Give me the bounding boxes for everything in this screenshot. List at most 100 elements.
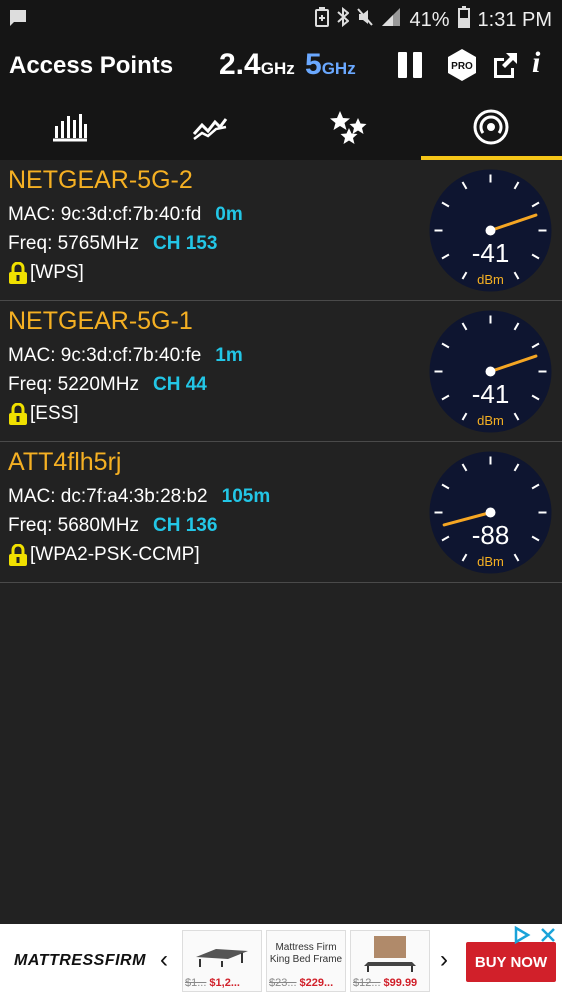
ad-product-card[interactable]: $12... $99.99 bbox=[350, 930, 430, 992]
tab-time-graph[interactable] bbox=[140, 98, 280, 160]
tab-channel-graph[interactable] bbox=[0, 98, 140, 160]
mac-label: MAC: bbox=[8, 204, 56, 225]
mac-address: dc:7f:a4:3b:28:b2 bbox=[60, 486, 208, 507]
band-24ghz-toggle[interactable]: 2.4GHz bbox=[219, 48, 295, 82]
pro-badge-text: PRO bbox=[451, 61, 473, 72]
mac-label: MAC: bbox=[8, 486, 56, 507]
ad-product-card[interactable]: $1... $1,2... bbox=[182, 930, 262, 992]
gauge-pivot bbox=[485, 366, 496, 377]
ad-product-caption: Mattress Firm King Bed Frame bbox=[269, 942, 343, 965]
access-point-list: NETGEAR-5G-2 MAC: 9c:3d:cf:7b:40:fd 0m Fr… bbox=[0, 160, 562, 583]
gauge-value: -41 bbox=[472, 379, 510, 409]
channel: CH 44 bbox=[152, 374, 207, 395]
ssid: ATT4flh5rj bbox=[8, 448, 122, 476]
mute-icon bbox=[357, 7, 374, 33]
battery-saver-icon bbox=[315, 7, 330, 33]
ad-banner[interactable]: MATTRESSFIRM ‹ $1... $1,2... Mattress Fir… bbox=[0, 924, 562, 999]
ad-product-card[interactable]: Mattress Firm King Bed Frame $23... $229.… bbox=[266, 930, 346, 992]
frequency: 5680MHz bbox=[57, 515, 139, 536]
signal-gauge: -88 dBm bbox=[429, 451, 552, 574]
freq-line: Freq: 5220MHz CH 44 bbox=[8, 374, 207, 396]
lock-icon bbox=[8, 402, 28, 425]
distance: 1m bbox=[215, 345, 243, 366]
ad-price: $23... $229... bbox=[269, 977, 333, 989]
share-icon[interactable] bbox=[490, 50, 520, 85]
bar-graph-icon bbox=[51, 112, 89, 147]
gauge-pivot bbox=[485, 225, 496, 236]
band-24-unit: GHz bbox=[260, 59, 295, 78]
ad-new-price: $229... bbox=[299, 977, 334, 989]
bluetooth-icon bbox=[337, 6, 351, 33]
ad-old-price: $23... bbox=[269, 977, 297, 989]
access-points-icon bbox=[472, 108, 510, 151]
gauge-unit: dBm bbox=[477, 413, 504, 428]
mac-address: 9c:3d:cf:7b:40:fe bbox=[60, 345, 202, 366]
signal-gauge: -41 dBm bbox=[429, 310, 552, 433]
band-24-value: 2.4 bbox=[219, 48, 261, 81]
distance: 0m bbox=[215, 204, 243, 225]
ad-old-price: $1... bbox=[185, 977, 207, 989]
frequency: 5765MHz bbox=[57, 233, 139, 254]
freq-line: Freq: 5680MHz CH 136 bbox=[8, 515, 217, 537]
freq-label: Freq: bbox=[8, 233, 53, 254]
gauge-value: -88 bbox=[472, 520, 510, 550]
page-title: Access Points bbox=[9, 52, 174, 79]
security-line: [ESS] bbox=[8, 402, 79, 425]
ad-new-price: $1,2... bbox=[209, 977, 240, 989]
security: [WPA2-PSK-CCMP] bbox=[30, 544, 200, 565]
mac-line: MAC: 9c:3d:cf:7b:40:fe 1m bbox=[8, 345, 243, 367]
pause-icon[interactable] bbox=[396, 50, 424, 85]
gauge-unit: dBm bbox=[477, 554, 504, 569]
tab-bar bbox=[0, 98, 562, 160]
ad-new-price: $99.99 bbox=[383, 977, 418, 989]
pro-badge-icon[interactable]: PRO bbox=[446, 48, 478, 87]
battery-percent: 41% bbox=[409, 8, 450, 31]
mac-address: 9c:3d:cf:7b:40:fd bbox=[60, 204, 202, 225]
info-icon[interactable]: i bbox=[532, 46, 540, 80]
freq-label: Freq: bbox=[8, 515, 53, 536]
mac-line: MAC: dc:7f:a4:3b:28:b2 105m bbox=[8, 486, 270, 508]
access-point-row[interactable]: NETGEAR-5G-1 MAC: 9c:3d:cf:7b:40:fe 1m Fr… bbox=[0, 301, 562, 442]
security: [WPS] bbox=[30, 262, 84, 283]
band-5-value: 5 bbox=[305, 48, 322, 81]
ad-product-image bbox=[183, 931, 261, 977]
chevron-left-icon[interactable]: ‹ bbox=[160, 946, 168, 974]
security: [ESS] bbox=[30, 403, 79, 424]
lock-icon bbox=[8, 261, 28, 284]
tab-channel-rating[interactable] bbox=[280, 98, 420, 160]
chevron-right-icon[interactable]: › bbox=[440, 946, 448, 974]
tab-access-points[interactable] bbox=[421, 98, 561, 160]
lock-icon bbox=[8, 543, 28, 566]
signal-gauge: -41 dBm bbox=[429, 169, 552, 292]
gauge-unit: dBm bbox=[477, 272, 504, 287]
security-line: [WPS] bbox=[8, 261, 84, 284]
channel: CH 153 bbox=[152, 233, 218, 254]
band-5-unit: GHz bbox=[321, 59, 356, 78]
band-5ghz-toggle[interactable]: 5GHz bbox=[305, 48, 356, 82]
ad-old-price: $12... bbox=[353, 977, 381, 989]
ssid: NETGEAR-5G-1 bbox=[8, 307, 193, 335]
status-bar: 41% 1:31 PM bbox=[0, 0, 562, 36]
access-point-row[interactable]: NETGEAR-5G-2 MAC: 9c:3d:cf:7b:40:fd 0m Fr… bbox=[0, 160, 562, 301]
channel: CH 136 bbox=[152, 515, 218, 536]
ad-price: $12... $99.99 bbox=[353, 977, 417, 989]
signal-icon bbox=[381, 7, 401, 33]
time-graph-icon bbox=[192, 112, 228, 147]
distance: 105m bbox=[221, 486, 271, 507]
access-point-row[interactable]: ATT4flh5rj MAC: dc:7f:a4:3b:28:b2 105m Fr… bbox=[0, 442, 562, 583]
ssid: NETGEAR-5G-2 bbox=[8, 166, 193, 194]
ad-buy-now-button[interactable]: BUY NOW bbox=[466, 942, 556, 982]
status-time: 1:31 PM bbox=[477, 8, 552, 31]
message-icon bbox=[8, 8, 28, 33]
security-line: [WPA2-PSK-CCMP] bbox=[8, 543, 200, 566]
app-bar: Access Points 2.4GHz 5GHz PRO i bbox=[0, 36, 562, 98]
gauge-pivot bbox=[485, 507, 496, 518]
battery-icon bbox=[457, 6, 470, 34]
ad-price: $1... $1,2... bbox=[185, 977, 240, 989]
ad-product-image bbox=[351, 931, 429, 977]
mac-line: MAC: 9c:3d:cf:7b:40:fd 0m bbox=[8, 204, 243, 226]
freq-line: Freq: 5765MHz CH 153 bbox=[8, 233, 217, 255]
channel-rating-icon bbox=[330, 110, 370, 149]
ad-choices-icon[interactable] bbox=[512, 925, 560, 945]
ad-brand-logo: MATTRESSFIRM bbox=[14, 952, 146, 969]
